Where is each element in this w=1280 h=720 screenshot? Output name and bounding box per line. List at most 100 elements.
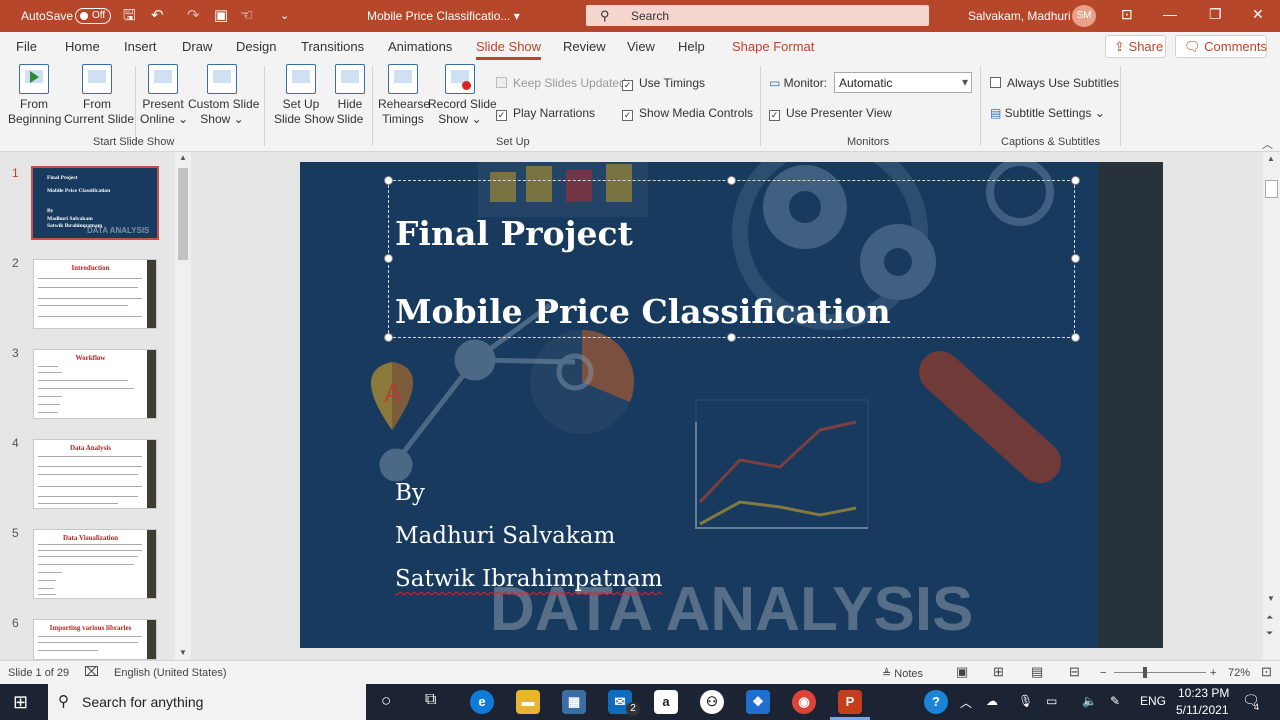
tab-animations[interactable]: Animations [388,39,452,54]
tab-insert[interactable]: Insert [124,39,157,54]
scroll-up-icon[interactable]: ▲ [179,153,187,162]
slide-title-line-1[interactable]: Final Project [395,214,633,253]
present-icon[interactable]: ▣ [214,7,228,25]
slide-canvas[interactable]: A DATA ANALYSIS Final Project Mobile Pri… [300,162,1163,648]
app-icon[interactable]: ⚇ [700,690,724,714]
subtitle-settings-button[interactable]: ▤ Subtitle Settings ⌄ [990,106,1105,120]
thumbnail-slide-4[interactable]: Data Analysis [33,439,157,509]
onedrive-icon[interactable]: ☁ [986,694,998,708]
resize-handle[interactable] [1071,333,1080,342]
tab-review[interactable]: Review [563,39,606,54]
zoom-in-icon[interactable]: + [1210,667,1216,679]
battery-icon[interactable]: ▭ [1046,694,1057,708]
thumbnail-slide-3[interactable]: Workflow [33,349,157,419]
tab-transitions[interactable]: Transitions [301,39,364,54]
notes-button[interactable]: ≜ Notes [882,667,923,680]
autosave-toggle[interactable]: Off [75,8,111,24]
store-icon[interactable]: ▦ [562,690,586,714]
play-narrations-checkbox[interactable]: ✓ Play Narrations [496,106,595,121]
thumbnails-scrollbar[interactable]: ▲ ▼ [175,152,191,660]
undo-icon[interactable]: ↶ [151,7,164,25]
monitor-select[interactable]: Automatic [834,72,972,93]
tab-help[interactable]: Help [678,39,705,54]
tab-slide-show[interactable]: Slide Show [476,39,542,60]
from-beginning-button[interactable]: From Beginning [8,64,61,127]
powerpoint-icon[interactable]: P [838,690,862,714]
input-language[interactable]: ENG [1140,694,1166,708]
resize-handle[interactable] [1071,176,1080,185]
chrome-icon[interactable]: ◉ [792,690,816,714]
clock-date[interactable]: 5/11/2021 [1176,703,1229,717]
zoom-slider-thumb[interactable] [1143,667,1147,678]
scrollbar-thumb[interactable] [178,168,188,260]
language-indicator[interactable]: English (United States) [114,667,227,679]
set-up-slide-show-button[interactable]: Set Up Slide Show [274,64,334,127]
rehearse-timings-button[interactable]: Rehearse Timings [378,64,430,127]
reading-view-icon[interactable]: ▤ [1031,664,1043,680]
slide-sorter-icon[interactable]: ⊞ [993,664,1004,680]
resize-handle[interactable] [384,254,393,263]
slide-author-2[interactable]: Satwik Ibrahimpatnam [395,566,663,592]
task-view-icon[interactable]: ⧉ [425,691,436,709]
show-hidden-icons-icon[interactable]: ︿ [960,694,972,711]
edge-browser-icon[interactable]: e [470,690,494,714]
fit-to-window-icon[interactable]: ⊡ [1261,664,1272,680]
close-icon[interactable]: ✕ [1252,6,1264,23]
ribbon-display-icon[interactable]: ⊡ [1121,6,1133,23]
slide-title-line-2[interactable]: Mobile Price Classification [395,292,891,331]
show-media-controls-checkbox[interactable]: ✓ Show Media Controls [622,106,753,121]
cortana-icon[interactable]: ○ [381,691,391,711]
user-name[interactable]: Salvakam, Madhuri [968,9,1071,23]
maximize-icon[interactable]: ❐ [1209,6,1222,23]
scroll-up-icon[interactable]: ▲ [1267,154,1275,163]
slide-by-label[interactable]: By [395,480,425,506]
accessibility-icon[interactable]: ⌧ [84,664,99,680]
amazon-icon[interactable]: a [654,690,678,714]
tab-design[interactable]: Design [236,39,276,54]
next-slide-icon[interactable]: ⏷ [1266,628,1273,639]
tab-view[interactable]: View [627,39,655,54]
zoom-level[interactable]: 72% [1228,667,1250,679]
record-slide-show-button[interactable]: Record Slide Show ⌄ [428,64,497,127]
use-timings-checkbox[interactable]: ✓ Use Timings [622,76,705,91]
customize-toolbar-icon[interactable]: ⌄ [280,7,289,25]
thumbnail-slide-6[interactable]: Importing various libraries [33,619,157,660]
clock-time[interactable]: 10:23 PM [1178,686,1229,700]
touch-mode-icon[interactable]: ☜ [240,7,253,25]
thumbnail-slide-2[interactable]: Introduction [33,259,157,329]
save-icon[interactable]: 🖫 [123,7,136,25]
volume-icon[interactable]: 🔈 [1082,694,1097,708]
thumbnail-slide-1[interactable]: Final Project Mobile Price Classificatio… [31,166,159,240]
avatar[interactable]: SM [1072,5,1096,27]
tab-draw[interactable]: Draw [182,39,212,54]
presenter-view-checkbox[interactable]: ✓ Use Presenter View [769,106,892,121]
slide-scrollbar[interactable]: ▲ ▼ ⏶ ⏷ [1263,152,1280,660]
tab-home[interactable]: Home [65,39,100,54]
comments-button[interactable]: 🗨 Comments [1175,35,1267,58]
normal-view-icon[interactable]: ▣ [956,664,968,680]
redo-icon[interactable]: ↷ [187,7,200,25]
resize-handle[interactable] [384,333,393,342]
thumbnail-slide-5[interactable]: Data Visualization [33,529,157,599]
previous-slide-icon[interactable]: ⏶ [1266,612,1273,623]
slide-author-1[interactable]: Madhuri Salvakam [395,523,615,549]
collapse-ribbon-icon[interactable]: ︿ [1262,136,1273,152]
resize-handle[interactable] [727,176,736,185]
scroll-down-icon[interactable]: ▼ [1267,594,1275,603]
document-title[interactable]: Mobile Price Classificatio... ▾ [367,9,520,23]
slide-show-view-icon[interactable]: ⊟ [1069,664,1080,680]
microphone-icon[interactable]: 🎙 [1018,694,1033,708]
present-online-button[interactable]: Present Online ⌄ [140,64,188,127]
windows-start-icon[interactable]: ⊞ [13,692,28,713]
resize-handle[interactable] [384,176,393,185]
tab-shape-format[interactable]: Shape Format [732,39,814,54]
hide-slide-button[interactable]: Hide Slide [334,64,366,127]
pen-icon[interactable]: ✎ [1110,694,1120,708]
keep-slides-updated-checkbox[interactable]: Keep Slides Updated [496,76,626,90]
always-subtitles-checkbox[interactable]: Always Use Subtitles [990,76,1119,90]
resize-handle[interactable] [1071,254,1080,263]
taskbar-search-box[interactable]: ⚲ Search for anything [48,684,366,720]
tab-file[interactable]: File [16,39,37,54]
search-box[interactable]: ⚲ Search [586,5,929,26]
scrollbar-thumb[interactable] [1265,180,1278,198]
